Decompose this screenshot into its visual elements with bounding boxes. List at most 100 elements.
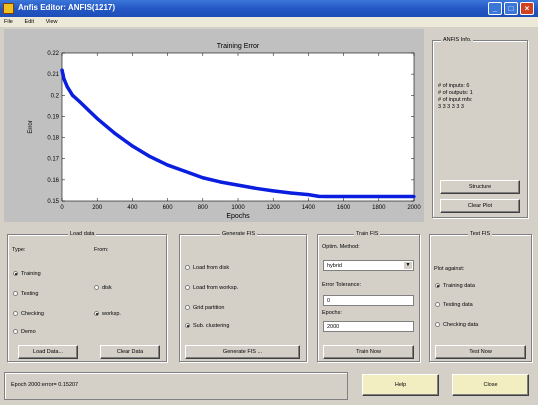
training-error-point xyxy=(317,194,321,198)
sub-clustering-label: Sub. clustering xyxy=(193,323,230,329)
info-outputs: # of outputs: 1 xyxy=(438,90,473,96)
anfis-info-title: ANFIS Info. xyxy=(441,37,474,43)
from-disk-label: disk xyxy=(102,285,112,291)
radio-icon xyxy=(185,265,190,271)
training-error-point xyxy=(377,194,381,199)
grid-partition-label: Grid partition xyxy=(193,305,225,311)
from-worksp-label: worksp. xyxy=(102,311,121,317)
grid-partition-radio[interactable]: Grid partition xyxy=(185,305,225,311)
training-error-point xyxy=(306,193,310,197)
load-data-panel: Load data Type: From: Training Testing C… xyxy=(7,231,167,362)
training-error-point xyxy=(271,189,275,193)
info-input-mfs: # of input mfs: xyxy=(438,97,473,103)
training-error-point xyxy=(148,155,152,159)
y-tick-label: 0.16 xyxy=(47,178,59,184)
structure-button[interactable]: Structure xyxy=(440,180,520,194)
y-tick-label: 0.18 xyxy=(47,136,59,142)
load-from-disk-radio[interactable]: Load from disk xyxy=(185,265,229,271)
train-fis-panel: Train FIS Optim. Method: hybrid ▼ Error … xyxy=(317,231,420,362)
type-training-radio[interactable]: Training xyxy=(13,271,41,277)
y-tick-label: 0.15 xyxy=(47,199,59,205)
training-error-point xyxy=(412,194,416,199)
type-testing-label: Testing xyxy=(21,291,39,297)
maximize-button[interactable]: □ xyxy=(504,2,518,15)
x-tick-label: 2000 xyxy=(407,205,421,211)
test-checking-data-radio[interactable]: Checking data xyxy=(435,322,478,328)
type-checking-radio[interactable]: Checking xyxy=(13,311,44,317)
chart-title: Training Error xyxy=(217,43,260,50)
type-demo-radio[interactable]: Demo xyxy=(13,329,36,335)
radio-icon xyxy=(435,322,440,328)
y-axis-label: Error xyxy=(28,120,34,133)
x-tick-label: 0 xyxy=(60,205,64,211)
training-error-point xyxy=(183,169,187,173)
radio-icon xyxy=(185,305,190,311)
menu-edit[interactable]: Edit xyxy=(25,17,34,27)
x-axis-label: Epochs xyxy=(226,213,250,220)
x-tick-label: 1200 xyxy=(267,205,281,211)
x-tick-label: 1000 xyxy=(231,205,245,211)
generate-fis-title: Generate FIS xyxy=(220,231,258,237)
clear-plot-button[interactable]: Clear Plot xyxy=(440,199,520,213)
optim-method-label: Optim. Method: xyxy=(322,244,360,250)
training-error-chart: Training Error Epochs Error 0 200 400 600 800 10… xyxy=(28,43,421,220)
error-tolerance-input[interactable]: 0 xyxy=(323,295,414,306)
test-testing-data-radio[interactable]: Testing data xyxy=(435,302,473,308)
training-error-point xyxy=(236,183,240,187)
y-tick-label: 0.19 xyxy=(47,114,59,120)
load-from-worksp-label: Load from worksp. xyxy=(193,285,239,291)
window-title: Anfis Editor: ANFIS(1217) xyxy=(18,3,116,12)
training-error-point xyxy=(78,100,82,104)
info-inputs: # of inputs: 6 xyxy=(438,83,470,89)
training-error-point xyxy=(95,116,99,121)
status-bar: Epoch 2000:error= 0.15207 xyxy=(4,372,348,400)
x-tick-label: 1800 xyxy=(372,205,386,211)
minimize-button[interactable]: _ xyxy=(488,2,502,15)
training-error-point xyxy=(254,186,258,190)
type-testing-radio[interactable]: Testing xyxy=(13,291,38,297)
training-error-point xyxy=(130,144,134,148)
from-disk-radio[interactable]: disk xyxy=(94,285,112,291)
close-button[interactable]: Close xyxy=(452,374,529,396)
load-data-button[interactable]: Load Data... xyxy=(18,345,78,359)
test-training-data-radio[interactable]: Training data xyxy=(435,283,475,289)
menu-file[interactable]: File xyxy=(4,17,13,27)
help-button[interactable]: Help xyxy=(362,374,439,396)
radio-selected-icon xyxy=(94,311,99,317)
radio-icon xyxy=(185,285,190,291)
test-fis-panel: Test FIS Plot against: Training data Tes… xyxy=(429,231,532,362)
load-from-worksp-radio[interactable]: Load from worksp. xyxy=(185,285,238,291)
training-error-point xyxy=(86,108,90,112)
menu-view[interactable]: View xyxy=(46,17,58,27)
training-error-point xyxy=(218,180,222,184)
epochs-input[interactable]: 2000 xyxy=(323,321,414,332)
radio-icon xyxy=(13,291,18,297)
generate-fis-button[interactable]: Generate FIS ... xyxy=(185,345,300,359)
from-worksp-radio[interactable]: worksp. xyxy=(94,311,121,317)
optim-method-select[interactable]: hybrid ▼ xyxy=(323,260,414,271)
radio-icon xyxy=(13,329,18,335)
radio-icon xyxy=(13,311,18,317)
y-tick-label: 0.17 xyxy=(47,157,59,163)
radio-selected-icon xyxy=(185,323,190,329)
status-message: Epoch 2000:error= 0.15207 xyxy=(11,382,79,388)
training-error-point xyxy=(201,176,205,180)
training-error-point xyxy=(289,191,293,195)
test-checking-data-label: Checking data xyxy=(443,322,479,328)
type-label: Type: xyxy=(12,247,26,253)
anfis-editor-window: Anfis Editor: ANFIS(1217) _ □ × File Edi… xyxy=(0,0,538,405)
optim-method-value: hybrid xyxy=(327,263,342,269)
train-now-button[interactable]: Train Now xyxy=(323,345,414,359)
x-tick-label: 1400 xyxy=(302,205,316,211)
close-window-button[interactable]: × xyxy=(520,2,534,15)
training-error-point xyxy=(324,194,328,199)
dropdown-arrow-icon: ▼ xyxy=(404,262,412,269)
sub-clustering-radio[interactable]: Sub. clustering xyxy=(185,323,229,329)
plot-area: Training Error Epochs Error 0 200 400 600 800 10… xyxy=(4,29,424,222)
plot-axes-box xyxy=(61,52,415,202)
menu-bar: File Edit View xyxy=(0,17,538,27)
clear-data-button[interactable]: Clear Data xyxy=(100,345,160,359)
training-error-point xyxy=(166,163,170,167)
load-from-disk-label: Load from disk xyxy=(193,265,230,271)
test-now-button[interactable]: Test Now xyxy=(435,345,526,359)
